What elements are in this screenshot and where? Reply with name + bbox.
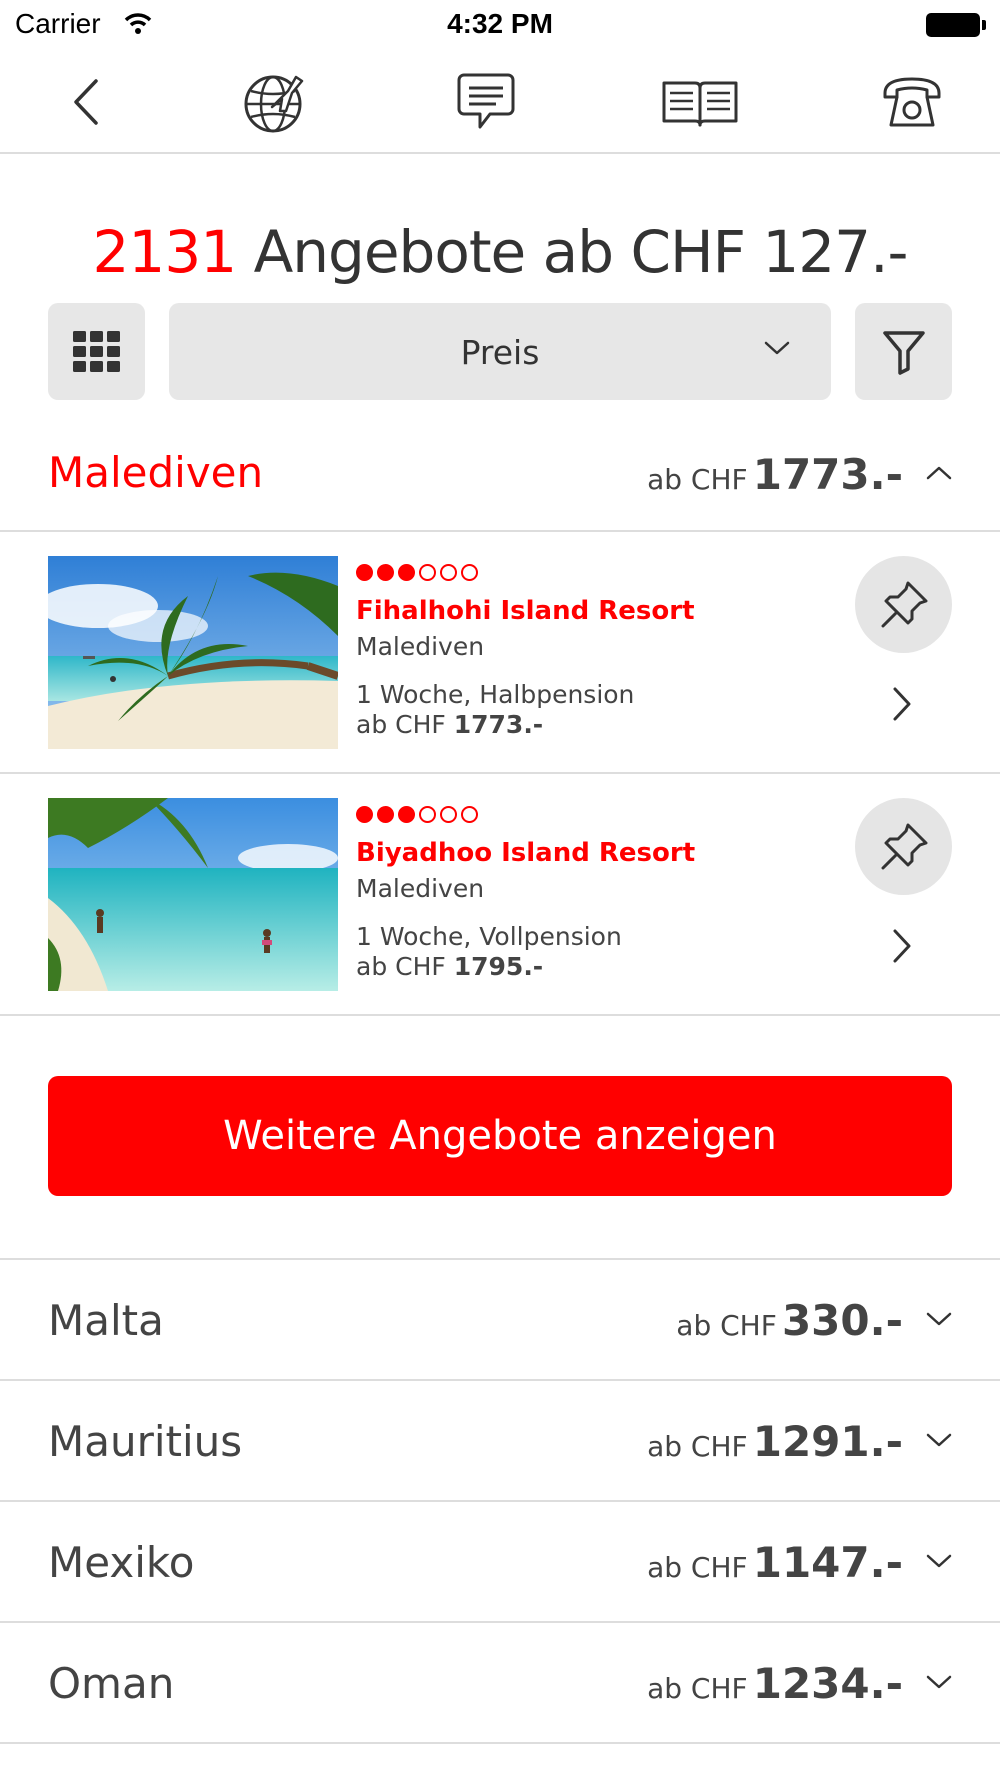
back-button[interactable] <box>60 64 110 140</box>
catalog-button[interactable] <box>660 64 740 140</box>
price-amount: 1773.- <box>752 450 903 499</box>
rating-dot-empty <box>440 806 457 823</box>
phone-button[interactable] <box>880 64 944 140</box>
phone-icon <box>883 77 941 127</box>
country-price: ab CHF 1234.- <box>647 1659 903 1708</box>
country-row-mauritius[interactable]: Mauritius ab CHF 1291.- <box>0 1381 1000 1502</box>
offers-headline: 2131 Angebote ab CHF 127.- <box>0 218 1000 286</box>
offers-count: 2131 <box>92 218 238 286</box>
chevron-down-icon <box>926 1554 952 1568</box>
rating-dot-filled <box>398 564 415 581</box>
offer-board: 1 Woche, Vollpension <box>356 922 622 951</box>
sort-label: Preis <box>460 333 540 372</box>
country-row-malediven[interactable]: Malediven ab CHF 1773.- <box>0 430 1000 532</box>
offer-title: Fihalhohi Island Resort <box>356 596 695 626</box>
rating-dot-filled <box>377 564 394 581</box>
country-row-malta[interactable]: Malta ab CHF 330.- <box>0 1260 1000 1381</box>
rating-dot-empty <box>461 564 478 581</box>
rating-dot-empty <box>419 564 436 581</box>
offer-image-beach-palm <box>48 556 338 749</box>
pin-button[interactable] <box>855 556 952 653</box>
price-amount: 330.- <box>781 1296 903 1345</box>
price-prefix: ab CHF <box>647 1551 748 1584</box>
offer-board: 1 Woche, Halbpension <box>356 680 635 709</box>
chevron-down-icon <box>926 1675 952 1689</box>
sort-select[interactable]: Preis <box>169 303 831 400</box>
rating-dot-filled <box>377 806 394 823</box>
pin-icon <box>881 581 927 627</box>
country-row-mexiko[interactable]: Mexiko ab CHF 1147.- <box>0 1502 1000 1623</box>
chat-button[interactable] <box>454 64 518 140</box>
offer-card[interactable]: Fihalhohi Island Resort Malediven 1 Woch… <box>0 532 1000 774</box>
price-amount: 1234.- <box>752 1659 903 1708</box>
globe-plane-icon <box>244 75 304 133</box>
offer-price-prefix: ab CHF <box>356 952 446 981</box>
country-price: ab CHF 1147.- <box>647 1538 903 1587</box>
catalog-book-icon <box>662 81 738 127</box>
offer-price-amount: 1773.- <box>453 710 544 739</box>
country-price: ab CHF 1291.- <box>647 1417 903 1466</box>
offer-price-amount: 1795.- <box>453 952 544 981</box>
battery-icon <box>926 13 986 37</box>
filter-icon <box>882 330 925 375</box>
country-name: Oman <box>48 1659 175 1708</box>
chat-icon <box>457 73 515 129</box>
travel-button[interactable] <box>240 64 310 140</box>
grid-icon <box>72 330 120 372</box>
price-prefix: ab CHF <box>647 1430 748 1463</box>
status-bar: Carrier 4:32 PM <box>0 0 1000 50</box>
nav-bar <box>0 50 1000 154</box>
chevron-down-icon <box>764 341 790 355</box>
chevron-down-icon <box>926 1312 952 1326</box>
country-row-oman[interactable]: Oman ab CHF 1234.- <box>0 1623 1000 1744</box>
country-name: Mauritius <box>48 1417 243 1466</box>
price-prefix: ab CHF <box>647 463 748 496</box>
country-price: ab CHF 1773.- <box>647 450 903 499</box>
offer-price: ab CHF 1795.- <box>356 952 543 981</box>
offer-rating <box>356 564 478 581</box>
offer-rating <box>356 806 478 823</box>
chevron-down-icon <box>926 1433 952 1447</box>
offer-title: Biyadhoo Island Resort <box>356 838 696 868</box>
price-amount: 1147.- <box>752 1538 903 1587</box>
more-offers-button[interactable]: Weitere Angebote anzeigen <box>48 1076 952 1196</box>
country-name: Mexiko <box>48 1538 195 1587</box>
country-price: ab CHF 330.- <box>676 1296 903 1345</box>
chevron-up-icon <box>926 466 952 480</box>
offer-price: ab CHF 1773.- <box>356 710 543 739</box>
chevron-right-icon[interactable] <box>890 928 914 964</box>
offer-country: Malediven <box>356 874 485 903</box>
price-prefix: ab CHF <box>676 1309 777 1342</box>
price-prefix: ab CHF <box>647 1672 748 1705</box>
pin-button[interactable] <box>855 798 952 895</box>
rating-dot-empty <box>419 806 436 823</box>
rating-dot-empty <box>440 564 457 581</box>
offers-headline-text: Angebote ab CHF 127.- <box>253 218 909 286</box>
rating-dot-filled <box>356 806 373 823</box>
offer-card[interactable]: Biyadhoo Island Resort Malediven 1 Woche… <box>0 774 1000 1016</box>
country-name: Malta <box>48 1296 164 1345</box>
pin-icon <box>881 823 927 869</box>
price-amount: 1291.- <box>752 1417 903 1466</box>
offer-country: Malediven <box>356 632 485 661</box>
offer-image-beach-people <box>48 798 338 991</box>
chevron-right-icon[interactable] <box>890 686 914 722</box>
country-name: Malediven <box>48 448 264 497</box>
rating-dot-empty <box>461 806 478 823</box>
rating-dot-filled <box>398 806 415 823</box>
offer-price-prefix: ab CHF <box>356 710 446 739</box>
status-time: 4:32 PM <box>447 8 553 39</box>
grid-view-button[interactable] <box>48 303 145 400</box>
back-icon <box>74 79 98 125</box>
rating-dot-filled <box>356 564 373 581</box>
filter-button[interactable] <box>855 303 952 400</box>
